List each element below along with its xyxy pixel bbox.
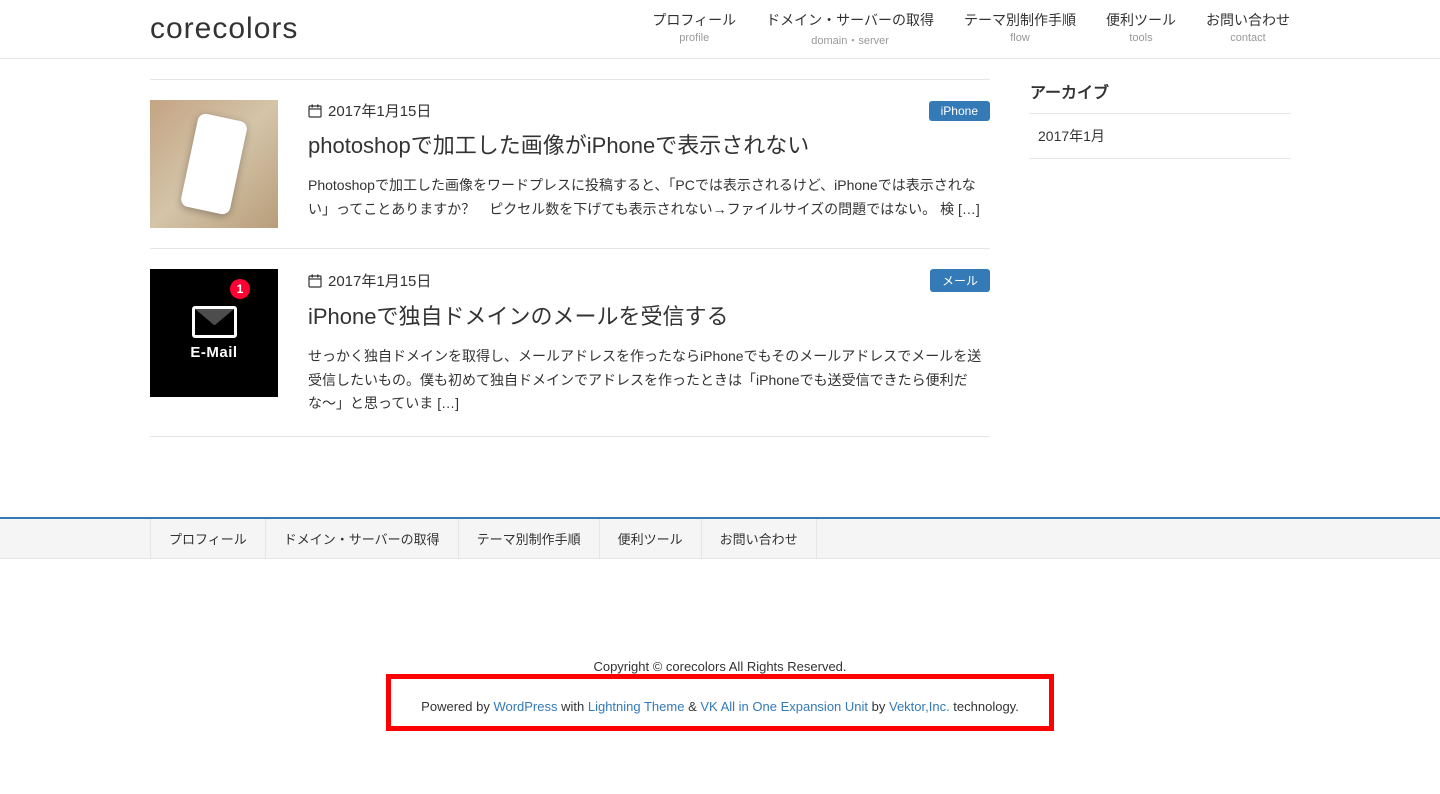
copyright-area: Copyright © corecolors All Rights Reserv… <box>0 559 1440 761</box>
vektor-link[interactable]: Vektor,Inc. <box>889 699 950 714</box>
nav-domain-server[interactable]: ドメイン・サーバーの取得 domain・server <box>766 10 934 48</box>
post-date: 2017年1月15日 <box>308 100 431 121</box>
site-header: corecolors プロフィール profile ドメイン・サーバーの取得 d… <box>0 0 1440 59</box>
footer-nav-domain[interactable]: ドメイン・サーバーの取得 <box>266 519 459 558</box>
sidebar-archive-title: アーカイブ <box>1030 79 1290 113</box>
post-excerpt: Photoshopで加工した画像をワードプレスに投稿すると、「PCでは表示される… <box>308 174 990 222</box>
post-date-text: 2017年1月15日 <box>328 270 431 291</box>
site-logo[interactable]: corecolors <box>150 12 298 46</box>
post-thumbnail[interactable] <box>150 100 278 228</box>
post-item: 1 E-Mail 2017年1月15日 メール iPhoneで独自ドメインのメー… <box>150 249 990 437</box>
vk-unit-link[interactable]: VK All in One Expansion Unit <box>700 699 868 714</box>
sidebar: アーカイブ 2017年1月 <box>1030 79 1290 437</box>
sidebar-archive-item[interactable]: 2017年1月 <box>1030 113 1290 159</box>
wordpress-link[interactable]: WordPress <box>493 699 557 714</box>
post-date-text: 2017年1月15日 <box>328 100 431 121</box>
nav-tools[interactable]: 便利ツール tools <box>1106 10 1176 48</box>
footer-nav-profile[interactable]: プロフィール <box>150 519 266 558</box>
post-date: 2017年1月15日 <box>308 270 431 291</box>
mail-icon <box>192 306 237 338</box>
post-title[interactable]: photoshopで加工した画像がiPhoneで表示されない <box>308 131 990 162</box>
copyright-text: Copyright © corecolors All Rights Reserv… <box>0 659 1440 674</box>
main-nav: プロフィール profile ドメイン・サーバーの取得 domain・serve… <box>652 10 1290 48</box>
post-category-badge[interactable]: メール <box>930 269 990 292</box>
nav-contact[interactable]: お問い合わせ contact <box>1206 10 1290 48</box>
post-category-badge[interactable]: iPhone <box>929 101 990 121</box>
post-item: 2017年1月15日 iPhone photoshopで加工した画像がiPhon… <box>150 80 990 249</box>
calendar-icon <box>308 104 322 118</box>
calendar-icon <box>308 274 322 288</box>
powered-by-highlight: Powered by WordPress with Lightning Them… <box>386 674 1054 731</box>
powered-by: Powered by WordPress with Lightning Them… <box>401 689 1039 724</box>
footer-nav: プロフィール ドメイン・サーバーの取得 テーマ別制作手順 便利ツール お問い合わ… <box>0 519 1440 559</box>
footer-nav-contact[interactable]: お問い合わせ <box>702 519 817 558</box>
footer-nav-tools[interactable]: 便利ツール <box>600 519 702 558</box>
post-excerpt: せっかく独自ドメインを取得し、メールアドレスを作ったならiPhoneでもそのメー… <box>308 345 990 416</box>
main-content: 2017年1月15日 iPhone photoshopで加工した画像がiPhon… <box>150 79 990 437</box>
lightning-theme-link[interactable]: Lightning Theme <box>588 699 685 714</box>
footer-nav-flow[interactable]: テーマ別制作手順 <box>459 519 600 558</box>
notification-badge: 1 <box>230 279 250 299</box>
nav-profile[interactable]: プロフィール profile <box>652 10 736 48</box>
post-title[interactable]: iPhoneで独自ドメインのメールを受信する <box>308 302 990 333</box>
post-thumbnail[interactable]: 1 E-Mail <box>150 269 278 397</box>
nav-flow[interactable]: テーマ別制作手順 flow <box>964 10 1076 48</box>
email-label: E-Mail <box>190 344 237 361</box>
